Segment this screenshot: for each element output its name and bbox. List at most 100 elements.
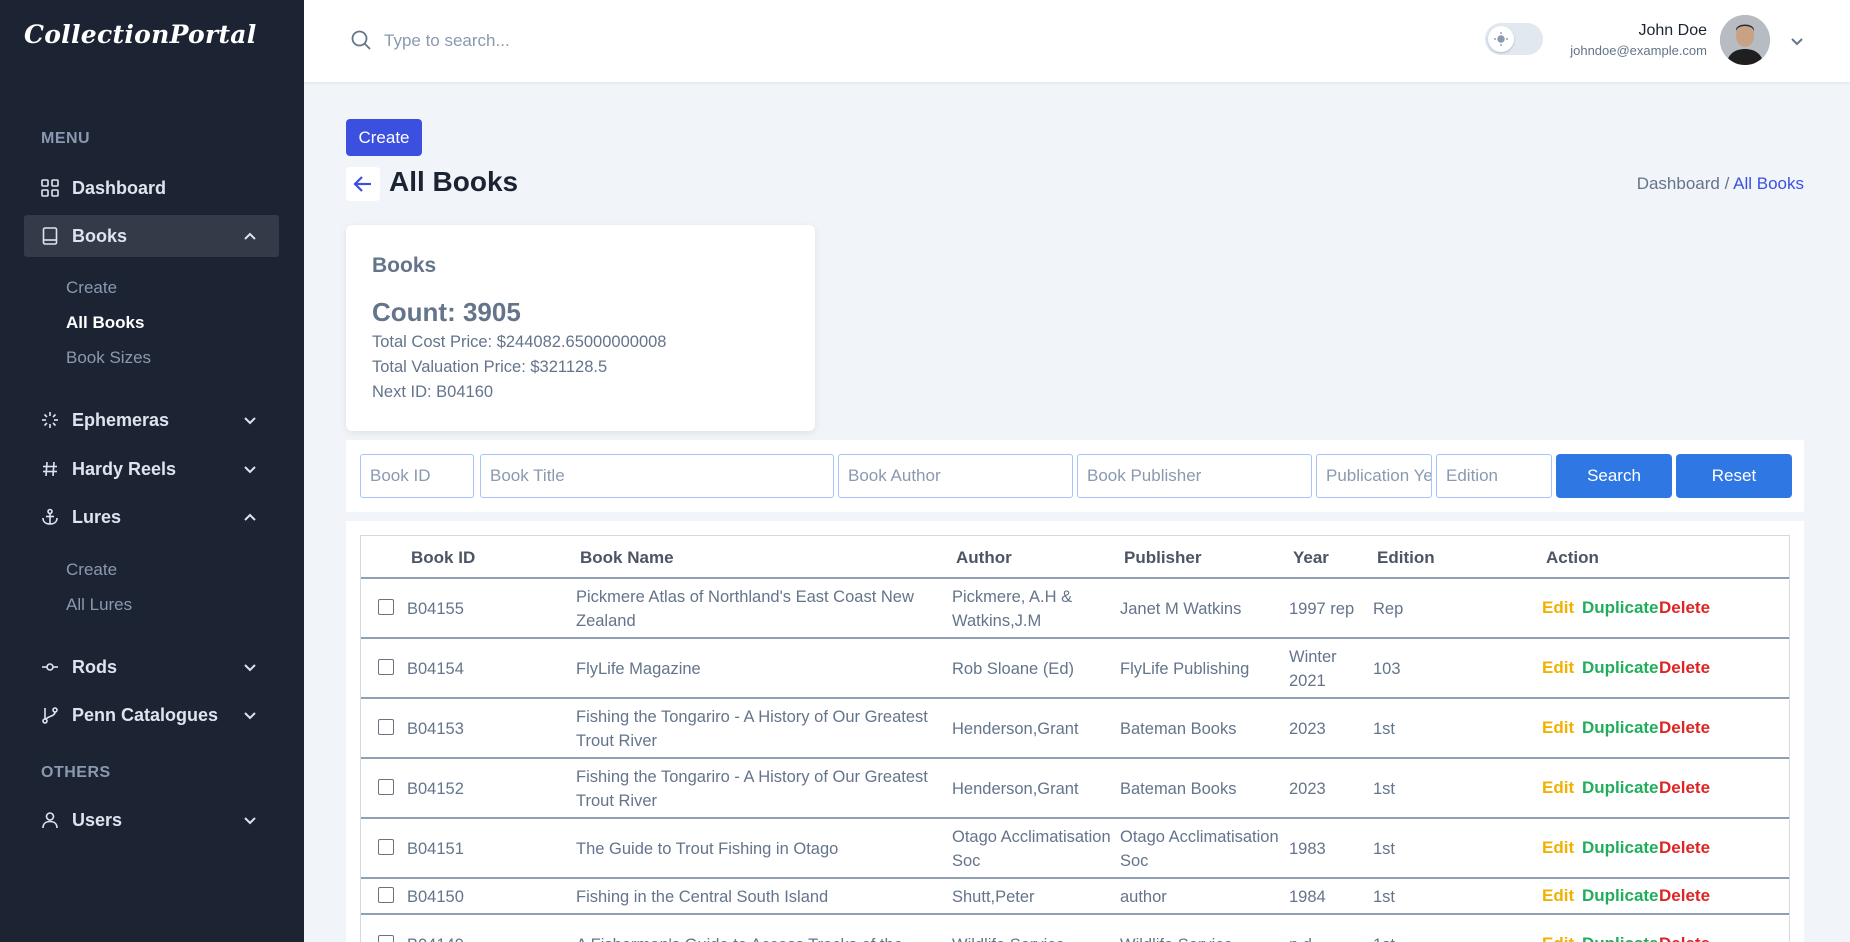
sidebar-item-label: Users [72,809,123,830]
chevron-down-icon[interactable] [241,460,259,478]
dark-mode-toggle[interactable] [1485,23,1543,55]
edit-button[interactable]: Edit [1542,718,1574,738]
sidebar-item-books[interactable]: Books [24,215,279,257]
duplicate-button[interactable]: Duplicate [1582,718,1659,738]
header-author[interactable]: Author [956,548,1012,568]
sidebar-subitem-book-sizes[interactable]: Book Sizes [66,348,151,368]
row-checkbox[interactable] [378,887,394,903]
chevron-down-icon[interactable] [241,811,259,829]
delete-button[interactable]: Delete [1659,838,1710,858]
cell-edition: 1st [1373,840,1396,858]
delete-button[interactable]: Delete [1659,718,1710,738]
duplicate-button[interactable]: Duplicate [1582,934,1659,942]
publication-year-filter[interactable] [1316,454,1432,498]
cell-edition: Rep [1373,600,1404,618]
rod-icon [40,657,60,677]
edition-filter[interactable] [1436,454,1552,498]
sidebar-item-dashboard[interactable]: Dashboard [24,167,279,209]
delete-button[interactable]: Delete [1659,886,1710,906]
sidebar-subitem-books-create[interactable]: Create [66,278,117,298]
edit-button[interactable]: Edit [1542,598,1574,618]
delete-button[interactable]: Delete [1659,934,1710,942]
cell-name: FlyLife Magazine [576,660,701,678]
edit-button[interactable]: Edit [1542,658,1574,678]
chevron-down-icon[interactable] [1788,32,1806,50]
cell-name: Fishing in the Central South Island [576,888,829,906]
stats-total-cost: Total Cost Price: $244082.65000000008 [372,333,667,351]
cell-id: B04151 [407,840,464,858]
chevron-down-icon[interactable] [241,411,259,429]
row-checkbox[interactable] [378,599,394,615]
duplicate-button[interactable]: Duplicate [1582,778,1659,798]
cell-edition: 103 [1373,660,1401,678]
header-publisher[interactable]: Publisher [1124,548,1201,568]
row-checkbox[interactable] [378,839,394,855]
cell-id: B04155 [407,600,464,618]
sidebar-item-users[interactable]: Users [24,799,279,841]
book-id-filter[interactable] [360,454,474,498]
book-publisher-filter[interactable] [1077,454,1312,498]
cell-publisher: author [1120,888,1167,906]
user-name[interactable]: John Doe [1639,22,1708,40]
duplicate-button[interactable]: Duplicate [1582,886,1659,906]
brand-logo[interactable]: CollectionPortal [24,20,257,49]
sidebar-item-lures[interactable]: Lures [24,496,279,538]
edit-button[interactable]: Edit [1542,778,1574,798]
header-book-id[interactable]: Book ID [411,548,475,568]
duplicate-button[interactable]: Duplicate [1582,838,1659,858]
row-checkbox[interactable] [378,935,394,942]
sidebar-item-rods[interactable]: Rods [24,646,279,688]
create-button[interactable]: Create [346,119,422,156]
row-checkbox[interactable] [378,659,394,675]
back-button[interactable] [346,167,380,201]
menu-section-title: MENU [41,130,91,147]
sidebar-subitem-lures-create[interactable]: Create [66,560,117,580]
others-section-title: OTHERS [41,764,111,781]
table-row: B04154 FlyLife Magazine Rob Sloane (Ed) Fly… [361,639,1789,699]
cell-year: 2023 [1289,720,1326,738]
search-button[interactable]: Search [1556,454,1672,498]
header-action: Action [1546,548,1599,567]
search-icon[interactable] [350,29,372,51]
duplicate-button[interactable]: Duplicate [1582,598,1659,618]
sidebar-item-label: Lures [72,506,122,527]
stats-title: Books [372,254,437,277]
avatar[interactable] [1720,15,1770,65]
duplicate-button[interactable]: Duplicate [1582,658,1659,678]
chevron-down-icon[interactable] [241,658,259,676]
search-input[interactable] [384,26,784,56]
chevron-up-icon[interactable] [241,508,259,526]
delete-button[interactable]: Delete [1659,658,1710,678]
book-author-filter[interactable] [838,454,1073,498]
cell-year: n.d. [1289,915,1369,942]
edit-button[interactable]: Edit [1542,934,1574,942]
sidebar-item-ephemeras[interactable]: Ephemeras [24,399,279,441]
header-edition[interactable]: Edition [1377,548,1435,568]
books-table: Book ID Book Name Author Publisher Year … [360,535,1790,942]
edit-button[interactable]: Edit [1542,838,1574,858]
book-title-filter[interactable] [480,454,834,498]
cell-author: Wildlife Service [952,915,1117,942]
header-book-name[interactable]: Book Name [580,548,674,568]
sidebar-subitem-all-lures[interactable]: All Lures [66,595,132,615]
sidebar-item-penn-catalogues[interactable]: Penn Catalogues [24,694,279,736]
cell-publisher: Bateman Books [1120,720,1237,738]
chevron-down-icon[interactable] [241,706,259,724]
reset-button[interactable]: Reset [1676,454,1792,498]
cell-publisher: Janet M Watkins [1120,600,1242,618]
row-checkbox[interactable] [378,779,394,795]
sidebar-subitem-all-books[interactable]: All Books [66,313,144,333]
delete-button[interactable]: Delete [1659,778,1710,798]
book-icon [40,226,60,246]
row-checkbox[interactable] [378,719,394,735]
table-row: B04150 Fishing in the Central South Islan… [361,879,1789,915]
header-year[interactable]: Year [1293,548,1329,568]
edit-button[interactable]: Edit [1542,886,1574,906]
table-row: B04153 Fishing the Tongariro - A History … [361,699,1789,759]
delete-button[interactable]: Delete [1659,598,1710,618]
chevron-up-icon[interactable] [241,227,259,245]
sidebar-item-hardy-reels[interactable]: Hardy Reels [24,448,279,490]
sun-icon [1494,32,1508,46]
cell-author: Henderson,Grant [952,720,1079,738]
breadcrumb-dashboard-link[interactable]: Dashboard / [1637,174,1730,193]
